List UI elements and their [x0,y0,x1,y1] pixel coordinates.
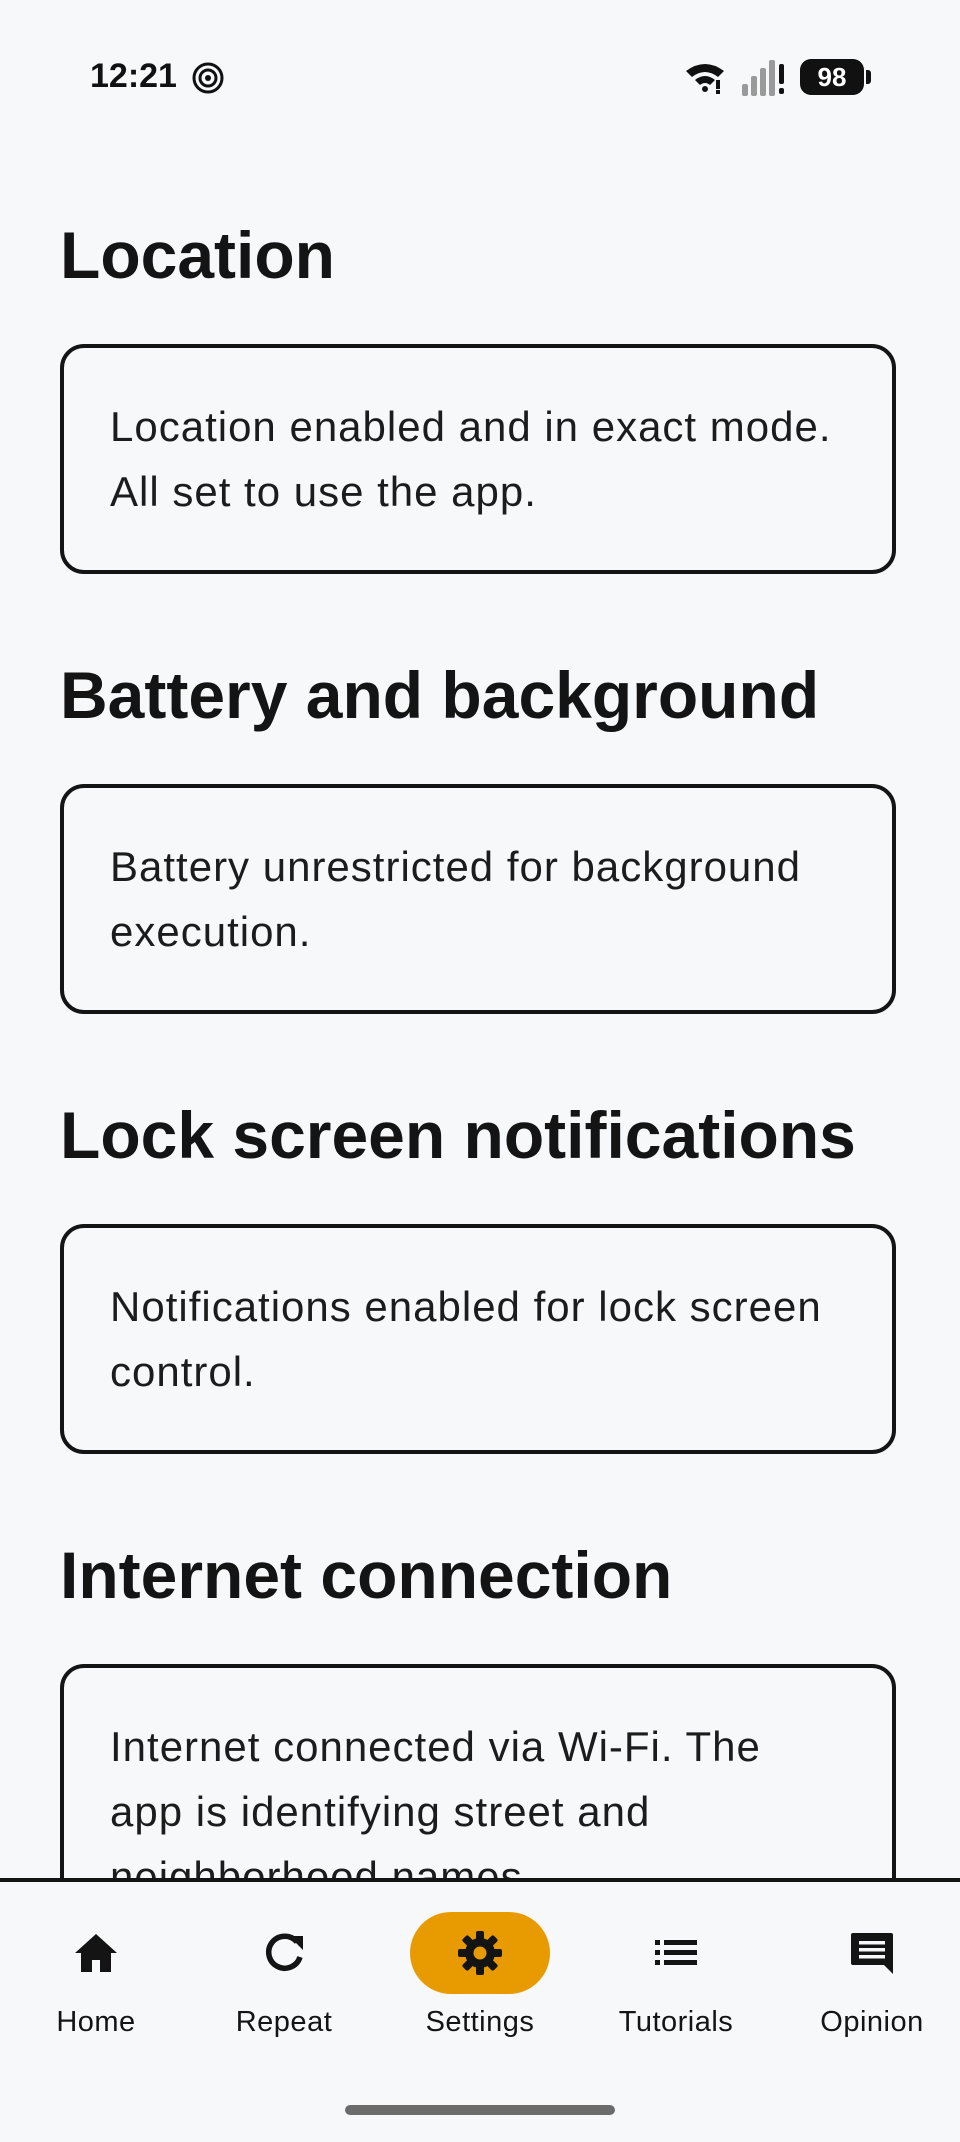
battery-icon: 98 [800,59,872,95]
app-notification-icon [192,62,224,94]
section-title-location: Location [60,218,335,292]
gear-icon [458,1931,502,1975]
location-status-card[interactable]: Location enabled and in exact mode. All … [60,344,896,574]
section-title-notifications: Lock screen notifications [60,1098,856,1172]
notifications-status-text: Notifications enabled for lock screen co… [110,1283,822,1395]
home-icon [75,1934,117,1972]
nav-label-home: Home [56,2006,136,2038]
status-bar: 12:21 98 [0,0,960,140]
battery-status-card[interactable]: Battery unrestricted for background exec… [60,784,896,1014]
internet-status-card[interactable]: Internet connected via Wi-Fi. The app is… [60,1664,896,1878]
status-time: 12:21 [90,57,177,95]
cell-signal-icon [742,60,784,96]
home-gesture-bar[interactable] [345,2105,615,2115]
nav-label-settings: Settings [425,2006,535,2038]
nav-item-repeat[interactable]: Repeat [188,1882,380,2062]
battery-status-text: Battery unrestricted for background exec… [110,843,802,955]
location-status-text: Location enabled and in exact mode. All … [110,403,832,515]
nav-label-tutorials: Tutorials [618,2006,734,2038]
wifi-icon [686,64,724,94]
repeat-icon [265,1933,303,1971]
section-title-battery: Battery and background [60,658,820,732]
bottom-navigation: Home Repeat Settings Tutorials Opinion [0,1878,960,2142]
list-icon [655,1940,697,1965]
notifications-status-card[interactable]: Notifications enabled for lock screen co… [60,1224,896,1454]
battery-level: 98 [800,59,864,95]
internet-status-text: Internet connected via Wi-Fi. The app is… [110,1723,761,1878]
nav-label-repeat: Repeat [235,2006,333,2038]
feedback-icon [851,1933,893,1974]
nav-item-opinion[interactable]: Opinion [776,1882,960,2062]
nav-label-opinion: Opinion [820,2006,924,2038]
battery-cap [866,70,871,84]
nav-item-tutorials[interactable]: Tutorials [580,1882,772,2062]
nav-item-settings[interactable]: Settings [384,1882,576,2062]
nav-item-home[interactable]: Home [0,1882,192,2062]
section-title-internet: Internet connection [60,1538,673,1612]
settings-content[interactable]: Location Location enabled and in exact m… [0,140,960,1878]
